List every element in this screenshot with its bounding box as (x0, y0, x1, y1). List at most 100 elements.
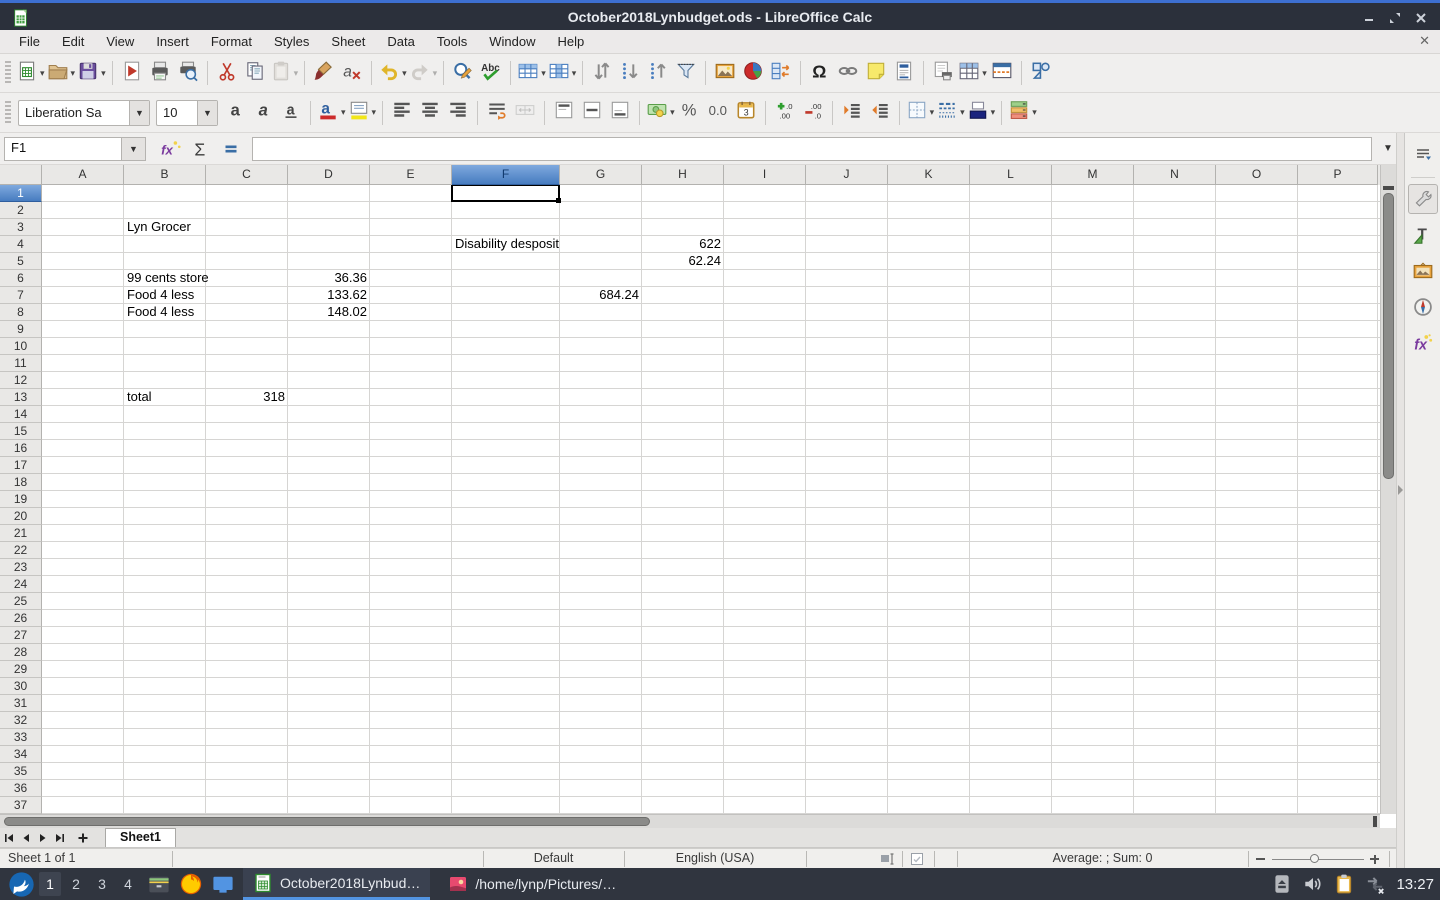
sum-button[interactable]: Σ (187, 136, 215, 162)
save-button[interactable]: ▾ (76, 58, 107, 88)
language-status[interactable]: English (USA) (624, 849, 806, 869)
draw-functions-button[interactable] (1027, 58, 1055, 88)
row-header-26[interactable]: 26 (0, 610, 42, 627)
column-header-o[interactable]: O (1216, 165, 1298, 185)
autofilter-button[interactable] (672, 58, 700, 88)
row-header-6[interactable]: 6 (0, 270, 42, 287)
chevron-down-icon[interactable]: ▾ (372, 107, 377, 118)
clear-formatting-button[interactable]: a (338, 58, 366, 88)
workspace-4[interactable]: 4 (117, 872, 139, 896)
row-header-31[interactable]: 31 (0, 695, 42, 712)
freeze-panes-button[interactable]: ▾ (957, 58, 988, 88)
row-header-20[interactable]: 20 (0, 508, 42, 525)
first-sheet-icon[interactable] (0, 829, 17, 847)
toolbar-grip[interactable] (5, 61, 11, 85)
insert-columns-button[interactable]: ▾ (547, 58, 578, 88)
column-header-d[interactable]: D (288, 165, 370, 185)
align-top-button[interactable] (550, 98, 578, 128)
select-all-corner[interactable] (0, 165, 42, 185)
row-header-27[interactable]: 27 (0, 627, 42, 644)
restore-icon[interactable] (1382, 6, 1408, 30)
open-button[interactable]: ▾ (46, 58, 77, 88)
horizontal-scrollbar[interactable] (0, 814, 1380, 828)
row-header-10[interactable]: 10 (0, 338, 42, 355)
align-bottom-button[interactable] (606, 98, 634, 128)
row-header-25[interactable]: 25 (0, 593, 42, 610)
menu-file[interactable]: File (8, 31, 51, 52)
insert-image-button[interactable] (711, 58, 739, 88)
workspace-3[interactable]: 3 (91, 872, 113, 896)
previous-sheet-icon[interactable] (17, 829, 34, 847)
cut-button[interactable] (213, 58, 241, 88)
wrap-text-button[interactable] (483, 98, 511, 128)
column-header-b[interactable]: B (124, 165, 206, 185)
split-window-button[interactable] (988, 58, 1016, 88)
font-name-combo[interactable]: Liberation Sa ▼ (18, 100, 150, 126)
row-header-9[interactable]: 9 (0, 321, 42, 338)
volume-icon[interactable] (1302, 873, 1324, 895)
cell-B3[interactable]: Lyn Grocer (124, 219, 191, 236)
row-header-36[interactable]: 36 (0, 780, 42, 797)
zoom-thumb[interactable] (1310, 854, 1319, 863)
chevron-down-icon[interactable]: ▾ (71, 68, 76, 79)
taskbar-task-1[interactable]: October2018Lynbud… (243, 868, 430, 900)
row-header-1[interactable]: 1 (0, 185, 42, 202)
formula-status[interactable]: Average: ; Sum: 0 (957, 849, 1248, 869)
format-date-button[interactable]: 3 (732, 98, 760, 128)
column-header-a[interactable]: A (42, 165, 124, 185)
row-header-35[interactable]: 35 (0, 763, 42, 780)
function-wizard-button[interactable]: fx (157, 136, 185, 162)
row-header-13[interactable]: 13 (0, 389, 42, 406)
taskbar-task-2[interactable]: /home/lynp/Pictures/… (438, 868, 626, 900)
chevron-down-icon[interactable]: ▾ (341, 107, 346, 118)
menu-format[interactable]: Format (200, 31, 263, 52)
chevron-down-icon[interactable]: ▾ (294, 68, 299, 79)
cell-grid[interactable]: Lyn GrocerDisability desposit62262.2499 … (42, 185, 1380, 814)
menu-sheet[interactable]: Sheet (320, 31, 376, 52)
row-header-14[interactable]: 14 (0, 406, 42, 423)
italic-button[interactable]: a (249, 98, 277, 128)
row-header-22[interactable]: 22 (0, 542, 42, 559)
taskbar-clock[interactable]: 13:27 (1396, 876, 1434, 893)
row-header-8[interactable]: 8 (0, 304, 42, 321)
zoom-out-icon[interactable] (1256, 858, 1265, 860)
cell-H4[interactable]: 622 (642, 236, 724, 253)
borders-button[interactable]: ▾ (905, 98, 936, 128)
removable-media-icon[interactable] (1271, 873, 1293, 895)
font-color-button[interactable]: a▾ (316, 98, 347, 128)
conditional-formatting-button[interactable]: ▾ (1007, 98, 1038, 128)
column-header-c[interactable]: C (206, 165, 288, 185)
column-header-l[interactable]: L (970, 165, 1052, 185)
cell-D7[interactable]: 133.62 (288, 287, 370, 304)
minimize-icon[interactable] (1356, 6, 1382, 30)
chevron-down-icon[interactable]: ▼ (129, 101, 149, 125)
network-icon[interactable] (1364, 873, 1386, 895)
cell-H5[interactable]: 62.24 (642, 253, 724, 270)
menu-window[interactable]: Window (478, 31, 546, 52)
cell-B8[interactable]: Food 4 less (124, 304, 194, 321)
cell-F4[interactable]: Disability desposit (452, 236, 559, 253)
row-header-3[interactable]: 3 (0, 219, 42, 236)
row-header-32[interactable]: 32 (0, 712, 42, 729)
add-decimal-button[interactable]: .0.00 (771, 98, 799, 128)
sidebar-tab-functions[interactable]: fx (1408, 328, 1438, 358)
menu-edit[interactable]: Edit (51, 31, 95, 52)
menu-help[interactable]: Help (546, 31, 595, 52)
row-header-2[interactable]: 2 (0, 202, 42, 219)
sort-ascending-button[interactable] (616, 58, 644, 88)
print-preview-button[interactable] (174, 58, 202, 88)
cell-B13[interactable]: total (124, 389, 152, 406)
last-sheet-icon[interactable] (51, 829, 68, 847)
chevron-down-icon[interactable]: ▾ (40, 68, 45, 79)
cell-D8[interactable]: 148.02 (288, 304, 370, 321)
sidebar-tab-gallery[interactable] (1408, 256, 1438, 286)
row-header-11[interactable]: 11 (0, 355, 42, 372)
format-percent-button[interactable]: % (676, 98, 704, 128)
undo-button[interactable]: ▾ (377, 58, 408, 88)
row-header-24[interactable]: 24 (0, 576, 42, 593)
align-left-button[interactable] (388, 98, 416, 128)
decrease-indent-button[interactable] (866, 98, 894, 128)
row-header-5[interactable]: 5 (0, 253, 42, 270)
column-header-n[interactable]: N (1134, 165, 1216, 185)
format-currency-button[interactable]: ▾ (645, 98, 676, 128)
